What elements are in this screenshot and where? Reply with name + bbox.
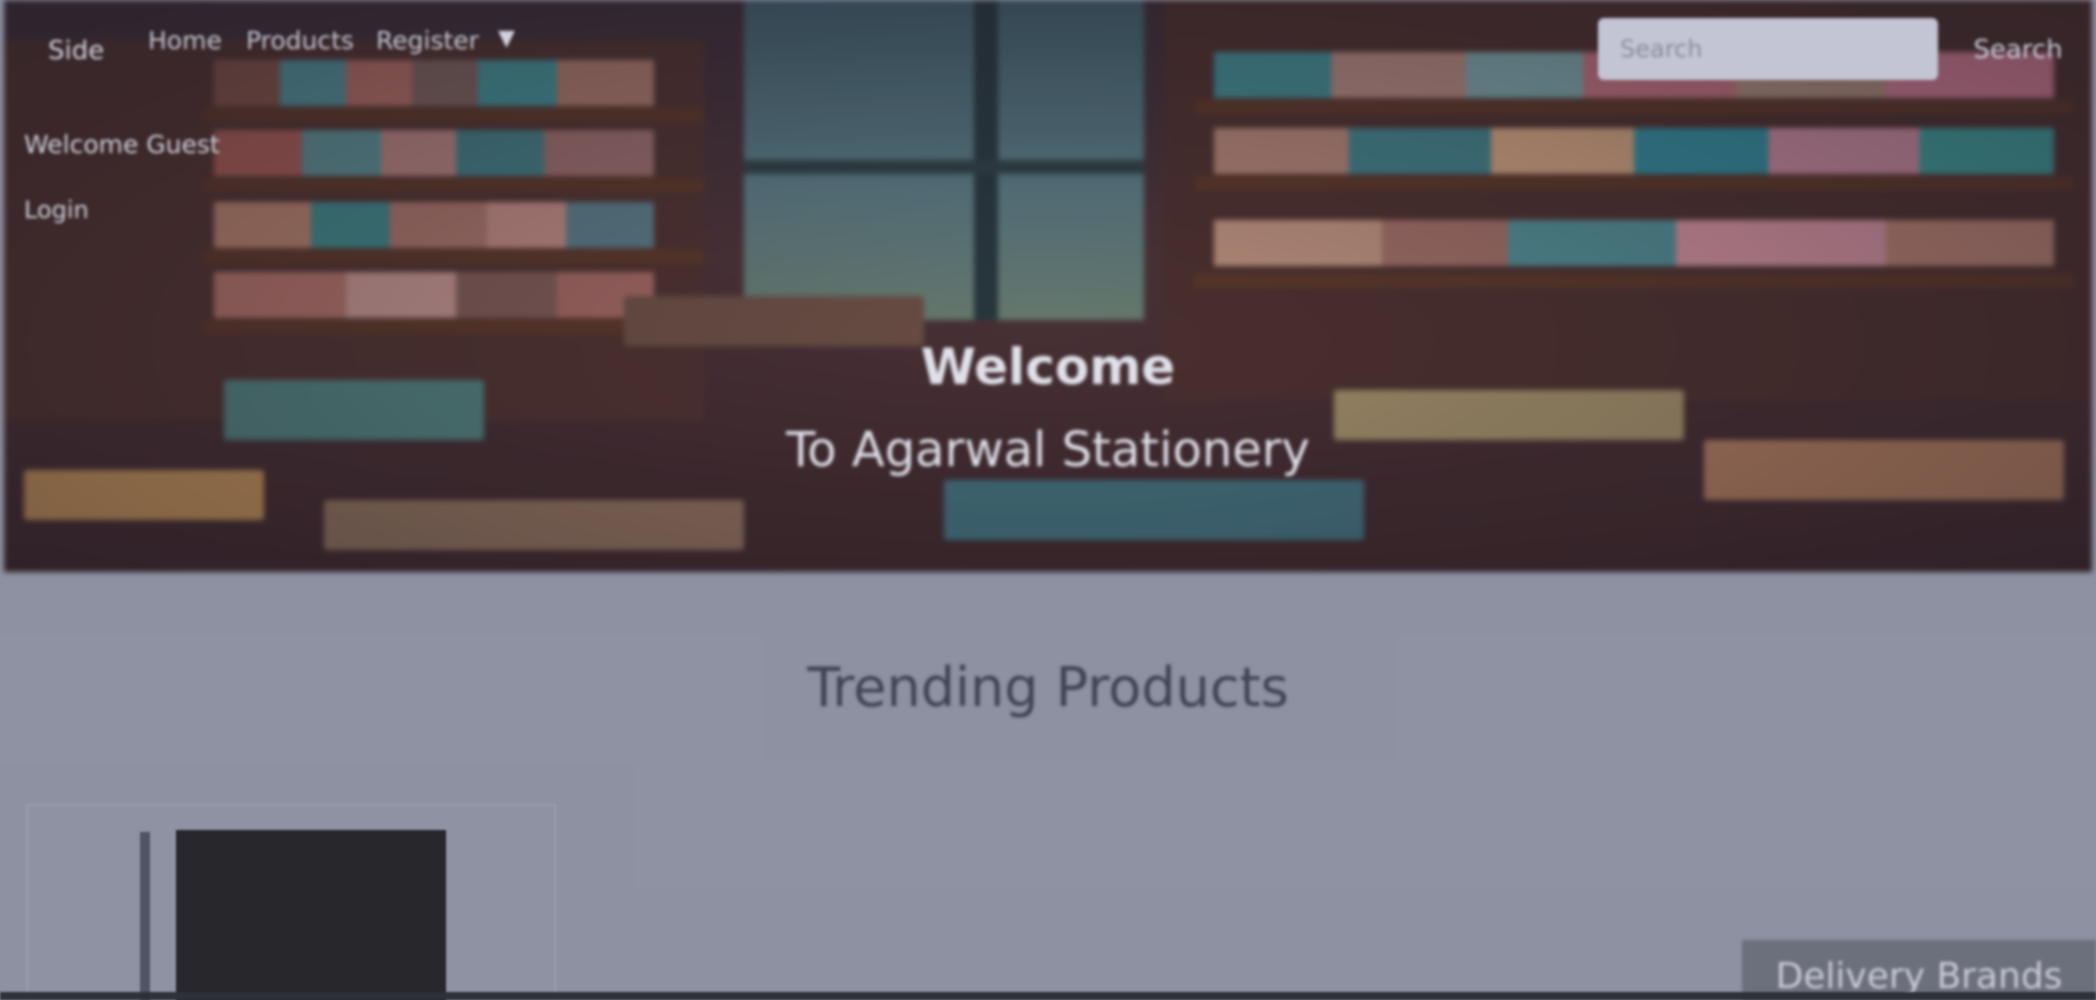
- hero-shade: [4, 0, 2092, 572]
- page: Side Home Products Register ▼ Search Wel…: [0, 0, 2096, 1000]
- search-button[interactable]: Search: [1958, 24, 2078, 76]
- trending-products-heading: Trending Products: [807, 656, 1289, 719]
- top-navbar: Side Home Products Register ▼ Search: [0, 0, 2096, 80]
- login-link[interactable]: Login: [24, 196, 89, 224]
- delivery-brands-button[interactable]: Delivery Brands: [1742, 940, 2096, 1000]
- product-image[interactable]: [176, 830, 446, 1000]
- brand-logo[interactable]: Side: [48, 36, 104, 66]
- bottom-bar: [0, 992, 2096, 1000]
- nav-link-home[interactable]: Home: [148, 26, 222, 55]
- hero-banner-image: [4, 0, 2092, 572]
- welcome-guest-text: Welcome Guest: [24, 130, 220, 159]
- search-input[interactable]: [1598, 18, 1938, 80]
- hero-subtitle: To Agarwal Stationery: [786, 422, 1310, 478]
- nav-link-register[interactable]: Register: [376, 26, 479, 55]
- chevron-down-icon[interactable]: ▼: [498, 26, 532, 51]
- nav-link-products[interactable]: Products: [246, 26, 354, 55]
- product-card[interactable]: [26, 804, 556, 1000]
- hero-title: Welcome: [920, 338, 1176, 396]
- product-image-edge: [140, 832, 150, 1000]
